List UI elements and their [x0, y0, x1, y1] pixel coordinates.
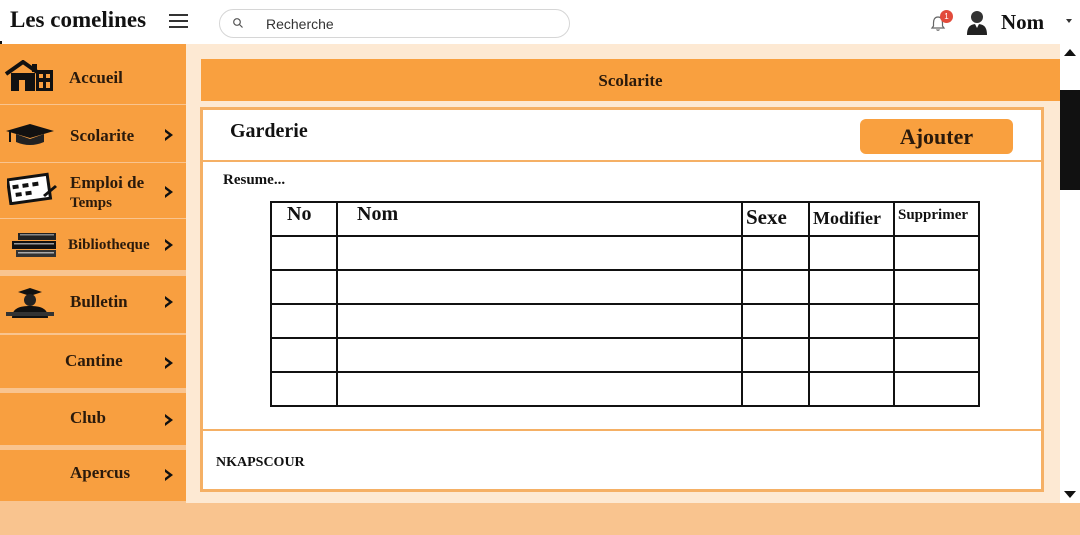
table-cell[interactable] — [808, 337, 895, 373]
table-cell — [741, 371, 810, 407]
hamburger-menu-icon[interactable] — [169, 14, 188, 28]
section-header: Scolarite — [201, 59, 1060, 101]
table-cell — [270, 371, 338, 407]
scroll-down-arrow-icon[interactable] — [1064, 491, 1076, 498]
table-cell — [336, 303, 743, 339]
table-cell[interactable] — [893, 235, 980, 271]
scrollbar[interactable] — [1060, 44, 1080, 503]
scrollbar-thumb[interactable] — [1060, 90, 1080, 190]
column-header-modifier: Modifier — [808, 201, 895, 237]
main-content: Scolarite Garderie Ajouter Resume... No … — [186, 44, 1060, 503]
calendar-icon — [7, 172, 57, 205]
table-cell — [741, 269, 810, 305]
chevron-right-icon — [165, 469, 173, 481]
sidebar-item-accueil[interactable]: Accueil — [0, 44, 186, 104]
card-title: Garderie — [230, 120, 308, 142]
sidebar-item-emploi-de-temps[interactable]: Emploi de Temps — [0, 163, 186, 218]
table-cell — [336, 337, 743, 373]
chevron-right-icon — [165, 296, 173, 308]
search-input[interactable] — [266, 15, 556, 33]
column-header-nom: Nom — [336, 201, 743, 237]
sidebar-item-bulletin[interactable]: Bulletin — [0, 276, 186, 333]
table-cell[interactable] — [808, 235, 895, 271]
sidebar-item-label-line2: Temps — [70, 195, 112, 211]
scroll-up-arrow-icon[interactable] — [1064, 49, 1076, 56]
content-card: Garderie Ajouter Resume... No Nom Sexe M… — [200, 107, 1044, 492]
user-dropdown-caret-icon[interactable] — [1066, 19, 1072, 23]
chevron-right-icon — [165, 186, 173, 198]
chevron-right-icon — [165, 239, 173, 251]
footer-text: NKAPSCOUR — [216, 455, 305, 470]
page-title: Scolarite — [598, 71, 663, 90]
table-cell — [270, 303, 338, 339]
user-avatar-icon[interactable] — [966, 9, 988, 35]
column-header-sexe: Sexe — [741, 201, 810, 237]
table-cell — [741, 303, 810, 339]
chevron-right-icon — [165, 357, 173, 369]
table-cell — [741, 337, 810, 373]
add-button[interactable]: Ajouter — [860, 119, 1013, 154]
search-bar[interactable] — [219, 9, 570, 38]
chevron-right-icon — [165, 129, 173, 141]
table-cell — [336, 235, 743, 271]
sidebar-item-apercus[interactable]: Apercus — [0, 450, 186, 501]
books-icon — [12, 233, 56, 257]
sidebar-item-label: Bulletin — [70, 292, 128, 311]
sidebar-item-label: Club — [70, 408, 106, 427]
summary-text: Resume... — [223, 172, 286, 188]
sidebar-item-scolarite[interactable]: Scolarite — [0, 105, 186, 162]
sidebar-item-bibliotheque[interactable]: Bibliotheque — [0, 219, 186, 270]
table-cell — [270, 337, 338, 373]
home-icon — [4, 60, 53, 91]
chevron-right-icon — [165, 414, 173, 426]
table-row — [270, 337, 980, 373]
table-cell[interactable] — [808, 303, 895, 339]
sidebar: Accueil Scolarite Emploi de Temps Biblio… — [0, 44, 186, 503]
user-name[interactable]: Nom — [1001, 10, 1044, 35]
card-footer: NKAPSCOUR — [203, 429, 1041, 489]
table-row — [270, 235, 980, 271]
table-cell[interactable] — [808, 371, 895, 407]
notification-badge: 1 — [940, 10, 953, 23]
table-cell[interactable] — [893, 337, 980, 373]
sidebar-item-cantine[interactable]: Cantine — [0, 335, 186, 388]
table-cell — [270, 235, 338, 271]
table-header-row: No Nom Sexe Modifier Supprimer — [270, 201, 980, 237]
sidebar-item-label: Accueil — [69, 68, 123, 87]
sidebar-item-label: Apercus — [70, 463, 131, 482]
card-header: Garderie Ajouter — [203, 110, 1041, 162]
sidebar-item-label: Bibliotheque — [68, 237, 150, 253]
column-header-no: No — [270, 201, 338, 237]
table-cell[interactable] — [808, 269, 895, 305]
data-table: No Nom Sexe Modifier Supprimer — [270, 201, 980, 407]
table-cell[interactable] — [893, 269, 980, 305]
sidebar-item-club[interactable]: Club — [0, 393, 186, 445]
table-cell — [336, 269, 743, 305]
sidebar-item-label: Emploi de — [70, 173, 145, 192]
top-bar: Les comelines 1 Nom — [0, 0, 1080, 44]
report-card-icon — [6, 288, 54, 318]
table-cell — [270, 269, 338, 305]
sidebar-item-label: Cantine — [65, 351, 123, 370]
app-title: Les comelines — [10, 7, 147, 32]
table-cell — [336, 371, 743, 407]
table-cell — [741, 235, 810, 271]
table-cell[interactable] — [893, 303, 980, 339]
table-cell[interactable] — [893, 371, 980, 407]
graduation-cap-icon — [6, 124, 54, 145]
table-row — [270, 269, 980, 305]
search-icon — [233, 18, 243, 28]
sidebar-item-label: Scolarite — [70, 126, 135, 145]
column-header-supprimer: Supprimer — [893, 201, 980, 237]
table-row — [270, 371, 980, 407]
table-row — [270, 303, 980, 339]
